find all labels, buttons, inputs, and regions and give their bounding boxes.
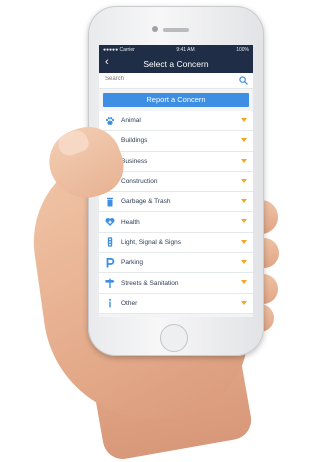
chevron-down-icon <box>241 199 247 204</box>
category-item-other[interactable]: Other <box>99 294 253 314</box>
category-label: Streets & Sanitation <box>121 279 179 287</box>
category-label: Health <box>121 218 140 226</box>
phone-screen: ●●●●● Carrier 9:41 AM 100% ‹ Select a Co… <box>99 45 253 317</box>
chevron-down-icon <box>241 300 247 305</box>
chevron-down-icon <box>241 260 247 265</box>
chevron-down-icon <box>241 138 247 143</box>
category-label: Animal <box>121 117 141 125</box>
parking-icon <box>106 257 115 268</box>
category-label: Buildings <box>121 137 148 145</box>
nav-bar: ‹ Select a Concern <box>99 54 253 73</box>
traffic-light-icon <box>107 237 113 248</box>
category-item-buildings[interactable]: Buildings <box>99 131 253 152</box>
category-item-garbage-trash[interactable]: Garbage & Trash <box>99 192 253 213</box>
category-label: Construction <box>121 178 158 186</box>
street-sign-icon <box>105 278 115 289</box>
category-label: Parking <box>121 259 144 267</box>
paw-icon <box>105 116 115 125</box>
chevron-down-icon <box>241 158 247 163</box>
home-button[interactable] <box>160 324 188 352</box>
carrier-label: ●●●●● Carrier <box>103 46 135 53</box>
category-list: Animal Buildings Business Construction G… <box>99 111 253 314</box>
chevron-down-icon <box>241 219 247 224</box>
chevron-down-icon <box>241 239 247 244</box>
category-label: Other <box>121 299 138 307</box>
search-bar <box>99 73 253 89</box>
trash-can-icon <box>107 197 113 207</box>
category-item-streets-sanitation[interactable]: Streets & Sanitation <box>99 273 253 294</box>
report-concern-button[interactable]: Report a Concern <box>103 93 249 107</box>
chevron-down-icon <box>241 118 247 122</box>
search-icon[interactable] <box>239 76 248 85</box>
category-item-animal[interactable]: Animal <box>99 111 253 132</box>
battery-level: 100% <box>236 46 249 53</box>
category-label: Light, Signal & Signs <box>121 238 181 246</box>
clock: 9:41 AM <box>176 46 195 53</box>
category-item-parking[interactable]: Parking <box>99 253 253 274</box>
category-item-health[interactable]: Health <box>99 212 253 233</box>
earpiece-speaker <box>163 28 189 32</box>
search-input[interactable] <box>105 76 225 82</box>
heart-icon <box>105 218 115 227</box>
chevron-down-icon <box>241 178 247 183</box>
chevron-down-icon <box>241 280 247 285</box>
category-label: Business <box>121 157 148 165</box>
category-item-light-signal-signs[interactable]: Light, Signal & Signs <box>99 233 253 254</box>
page-title: Select a Concern <box>143 58 209 69</box>
category-label: Garbage & Trash <box>121 198 171 206</box>
info-icon <box>109 299 111 308</box>
status-bar: ●●●●● Carrier 9:41 AM 100% <box>99 45 253 54</box>
front-camera <box>152 26 158 32</box>
back-button[interactable]: ‹ <box>105 56 109 68</box>
